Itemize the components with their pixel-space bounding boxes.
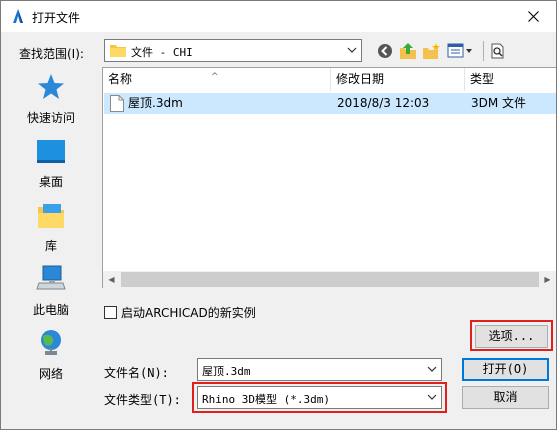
view-menu-button[interactable] xyxy=(446,41,474,61)
title-bar: 打开文件 xyxy=(1,1,556,32)
file-type-label: 文件类型(T): xyxy=(104,393,181,407)
column-header-type[interactable]: 类型 xyxy=(465,68,556,91)
new-folder-icon xyxy=(423,43,440,59)
file-name: 屋顶.3dm xyxy=(128,96,183,110)
horizontal-scrollbar[interactable]: ◀ ▶ xyxy=(102,271,556,288)
folder-icon xyxy=(110,45,126,57)
place-label: 快速访问 xyxy=(26,111,75,125)
file-date-cell: 2018/8/3 12:03 xyxy=(331,93,465,114)
cancel-button[interactable]: 取消 xyxy=(462,386,549,409)
place-label: 此电脑 xyxy=(32,303,69,317)
file-name-input[interactable]: 屋顶.3dm xyxy=(197,358,442,381)
view-menu-icon xyxy=(447,43,472,58)
chevron-down-icon[interactable] xyxy=(426,363,438,375)
new-instance-label: 启动ARCHICAD的新实例 xyxy=(121,306,256,320)
file-name-cell: 屋顶.3dm xyxy=(104,93,331,114)
file-list[interactable]: 名称 ^ 修改日期 类型 屋顶.3dm 2018/8/3 12:03 3DM 文… xyxy=(102,67,556,288)
options-button[interactable]: 选项... xyxy=(475,325,548,348)
toolbar-separator xyxy=(483,41,484,61)
column-header-label: 修改日期 xyxy=(336,72,385,86)
file-type-cell: 3DM 文件 xyxy=(465,93,556,114)
new-instance-option[interactable]: 启动ARCHICAD的新实例 xyxy=(104,304,256,321)
place-label: 库 xyxy=(44,239,57,253)
window-title: 打开文件 xyxy=(32,11,81,25)
close-icon xyxy=(527,11,539,22)
file-name-label: 文件名(N): xyxy=(104,366,169,380)
place-label: 网络 xyxy=(38,367,63,381)
new-instance-checkbox[interactable] xyxy=(104,306,117,319)
star-icon xyxy=(38,74,64,99)
file-type-value: Rhino 3D模型 (*.3dm) xyxy=(202,393,330,406)
archicad-app-icon xyxy=(10,8,26,24)
scrollbar-thumb[interactable] xyxy=(121,272,539,287)
up-folder-icon xyxy=(400,43,416,59)
scroll-right-icon[interactable]: ▶ xyxy=(539,271,556,288)
look-in-label: 查找范围(I): xyxy=(19,47,84,61)
preview-button[interactable] xyxy=(488,41,508,61)
network-icon xyxy=(41,330,61,355)
sort-up-icon: ^ xyxy=(211,72,219,82)
new-folder-button[interactable] xyxy=(421,41,441,61)
file-type-dropdown[interactable]: Rhino 3D模型 (*.3dm) xyxy=(197,386,442,409)
open-button[interactable]: 打开(O) xyxy=(462,358,549,381)
place-label: 桌面 xyxy=(38,175,63,189)
place-library[interactable]: 库 xyxy=(9,193,93,257)
library-icon xyxy=(38,204,64,228)
look-in-value: 文件 - CHI xyxy=(131,46,193,59)
chevron-down-icon xyxy=(347,47,357,53)
file-type: 3DM 文件 xyxy=(471,96,527,110)
place-desktop[interactable]: 桌面 xyxy=(9,129,93,193)
file-name-value: 屋顶.3dm xyxy=(202,365,251,378)
column-header-label: 类型 xyxy=(470,72,495,86)
back-button[interactable] xyxy=(375,41,395,61)
file-icon xyxy=(110,95,124,112)
column-header-label: 名称 xyxy=(108,72,133,86)
computer-icon xyxy=(36,265,66,290)
chevron-down-icon xyxy=(427,394,437,400)
back-icon xyxy=(378,44,392,58)
look-in-dropdown[interactable]: 文件 - CHI xyxy=(104,39,362,62)
place-quick-access[interactable]: 快速访问 xyxy=(9,65,93,129)
place-this-pc[interactable]: 此电脑 xyxy=(9,257,93,321)
file-row[interactable]: 屋顶.3dm 2018/8/3 12:03 3DM 文件 xyxy=(104,93,556,114)
places-bar: 快速访问 桌面 库 此电脑 网络 xyxy=(9,65,93,385)
desktop-icon xyxy=(37,140,65,163)
column-header-date[interactable]: 修改日期 xyxy=(331,68,465,91)
open-file-dialog: 打开文件 查找范围(I): 文件 - CHI 快速访问 桌面 库 此电脑 网络 … xyxy=(0,0,557,430)
file-date: 2018/8/3 12:03 xyxy=(337,96,430,110)
place-network[interactable]: 网络 xyxy=(9,321,93,385)
up-folder-button[interactable] xyxy=(398,41,418,61)
column-header-name[interactable]: 名称 ^ xyxy=(103,68,331,91)
close-button[interactable] xyxy=(510,1,556,32)
preview-icon xyxy=(491,43,504,59)
scroll-left-icon[interactable]: ◀ xyxy=(103,271,120,288)
